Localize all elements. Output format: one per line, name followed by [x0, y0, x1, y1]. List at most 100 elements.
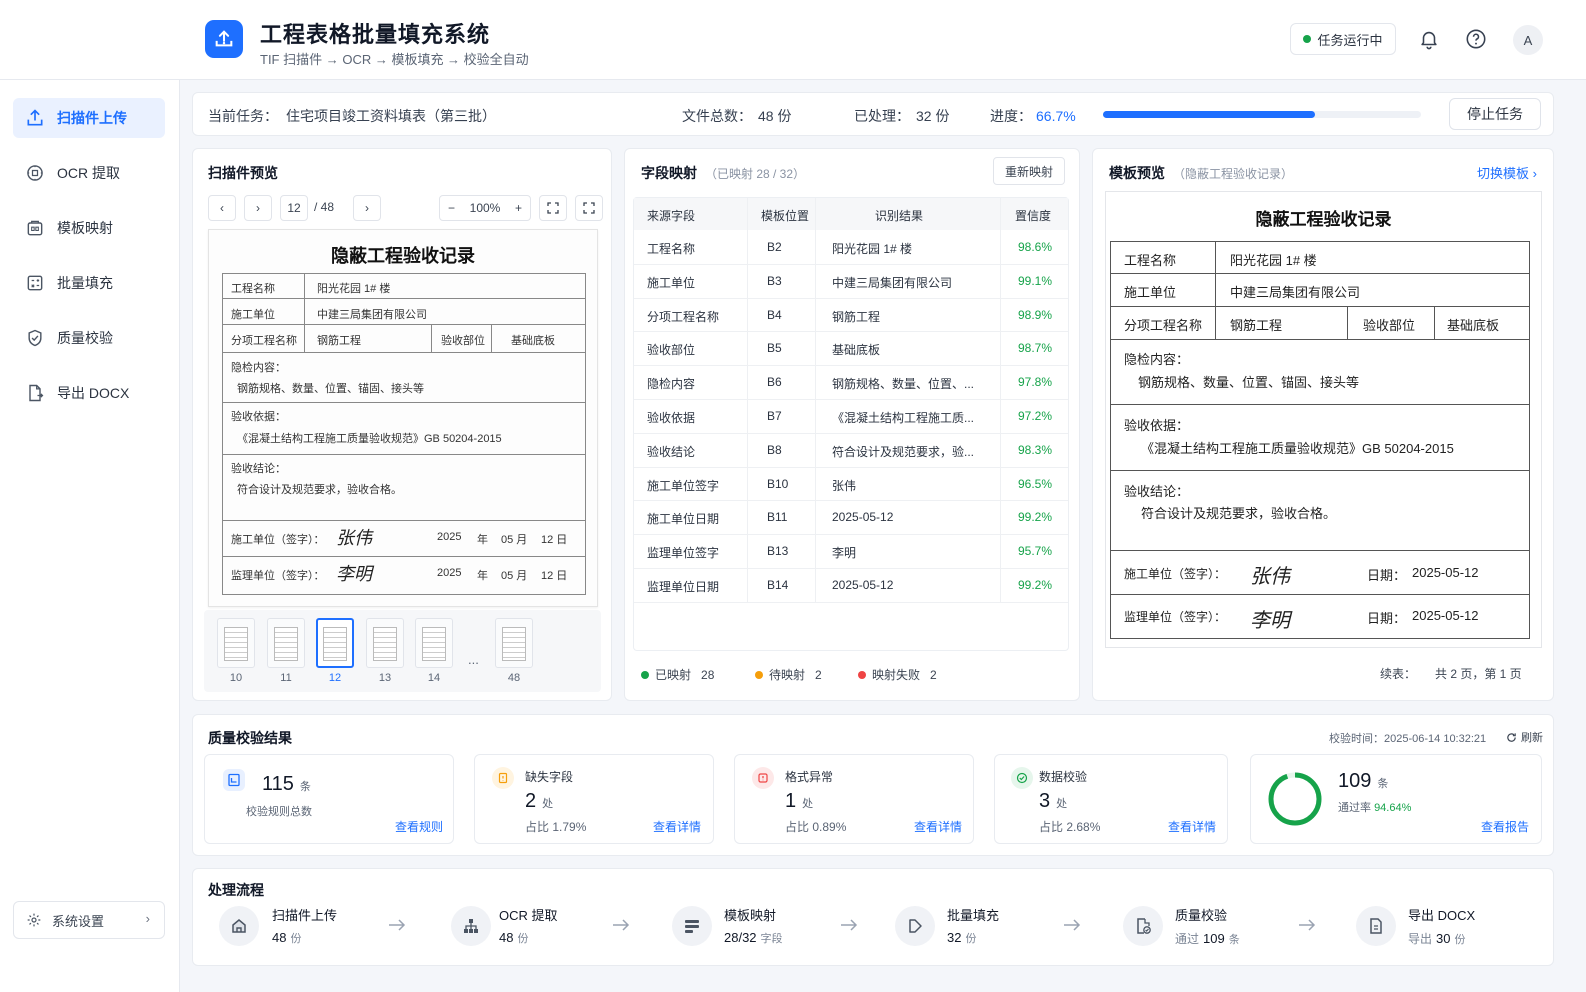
stop-task-button[interactable]: 停止任务 — [1449, 98, 1541, 130]
table-cell-conf: 97.2% — [1018, 409, 1053, 423]
table-cell-conf: 98.3% — [1018, 442, 1053, 457]
progress-label: 进度： — [990, 108, 1032, 124]
settings-label: 系统设置 — [52, 913, 105, 929]
page-number-input[interactable]: 12 — [280, 195, 308, 221]
table-cell-conf: 96.5% — [1018, 476, 1053, 491]
table-cell-conf: 98.7% — [1018, 341, 1053, 356]
remap-button[interactable]: 重新映射 — [993, 157, 1065, 185]
bell-icon[interactable] — [1418, 28, 1440, 50]
view-rules-link[interactable]: 查看规则 — [395, 818, 443, 835]
missing-details-link[interactable]: 查看详情 — [653, 818, 701, 835]
thumbnail-active[interactable] — [316, 618, 354, 668]
missing-field-icon — [492, 767, 514, 789]
flow-step-unit: 条 — [1228, 934, 1240, 946]
scan-cell: 基础底板 — [511, 335, 555, 347]
thumbnail-number: 13 — [378, 672, 392, 684]
task-status-badge[interactable]: 任务运行中 — [1290, 23, 1396, 55]
table-cell-result: 钢筋工程 — [832, 309, 881, 324]
thumbnail[interactable] — [366, 618, 404, 668]
table-cell-field: 施工单位签字 — [647, 478, 720, 493]
progress-bar-fill — [1103, 111, 1316, 118]
sidebar-item-ocr[interactable]: OCR 提取 — [13, 153, 165, 193]
scan-cell: 2025 — [437, 531, 462, 543]
format-details-link[interactable]: 查看详情 — [914, 818, 962, 835]
process-flow-panel — [192, 868, 1554, 966]
format-unit: 处 — [802, 798, 814, 810]
missing-ratio: 占比 1.79% — [525, 820, 587, 834]
quality-check-title: 质量校验结果 — [208, 730, 292, 746]
table-cell-field: 施工单位日期 — [647, 512, 720, 527]
switch-template-link[interactable]: 切换模板 › — [1477, 163, 1537, 182]
scan-cell: 施工单位（签字）： — [231, 534, 325, 546]
thumbnail[interactable] — [267, 618, 305, 668]
refresh-button[interactable]: 刷新 — [1506, 729, 1543, 745]
file-total: 文件总数： 48 份 — [682, 106, 791, 126]
sidebar-item-export-docx[interactable]: 导出 DOCX — [13, 373, 165, 413]
gear-icon — [27, 913, 41, 927]
next-page-button-small[interactable]: › — [244, 195, 272, 221]
view-report-link[interactable]: 查看报告 — [1481, 818, 1529, 835]
data-details-link[interactable]: 查看详情 — [1168, 818, 1216, 835]
pass-rate-arc — [1268, 772, 1322, 826]
flow-step-unit: 份 — [517, 933, 529, 945]
template-cell: 验收结论： — [1124, 484, 1190, 499]
help-icon[interactable] — [1465, 28, 1487, 50]
flow-step-name: 扫描件上传 — [272, 908, 338, 923]
pass-rate: 通过率 94.64% — [1338, 799, 1411, 815]
table-cell-field: 施工单位 — [647, 275, 696, 290]
flow-step-value: 导出 30 份 — [1408, 930, 1465, 947]
table-cell-result: 《混凝土结构工程施工质... — [832, 411, 975, 425]
scan-cell: 阳光花园 1# 楼 — [317, 283, 391, 295]
progress-text: 进度： 66.7% — [990, 106, 1076, 126]
table-row-divider — [634, 399, 1068, 400]
scan-cell: 05 月 — [501, 570, 528, 582]
missing-unit: 处 — [542, 798, 554, 810]
flow-step-name: 导出 DOCX — [1408, 908, 1476, 923]
template-footer-label: 续表： — [1380, 667, 1417, 681]
flow-step-number: 48 — [499, 930, 514, 945]
page-total: / 48 — [314, 200, 335, 214]
table-row-divider — [634, 466, 1068, 468]
system-settings-button[interactable]: 系统设置 › — [13, 901, 165, 939]
prev-page-button[interactable]: ‹ — [208, 195, 236, 221]
column-header: 模板位置 — [761, 209, 810, 223]
zoom-in-icon[interactable]: + — [515, 201, 522, 215]
upload-box-icon — [215, 30, 233, 47]
fullscreen-button[interactable] — [575, 195, 603, 221]
pass-rate-value: 94.64% — [1374, 802, 1412, 814]
template-subtitle: （隐蔽工程验收记录） — [1173, 167, 1294, 181]
legend-item: 待映射 2 — [755, 666, 822, 683]
scan-cell: 中建三局集团有限公司 — [317, 309, 427, 321]
table-cell-pos: B10 — [767, 476, 789, 491]
field-mapping-title: 字段映射 （已映射 28 / 32） — [641, 163, 805, 183]
user-avatar[interactable]: A — [1513, 25, 1543, 55]
scan-cell: 《混凝土结构工程施工质量验收规范》GB 50204-2015 — [237, 433, 502, 445]
thumbnail[interactable] — [415, 618, 453, 668]
table-cell-result: 2025-05-12 — [832, 510, 894, 525]
zoom-control[interactable]: −100% + — [439, 195, 531, 221]
current-task-label: 当前任务： — [208, 108, 278, 124]
table-cell-conf: 95.7% — [1018, 544, 1053, 559]
sidebar-item-upload[interactable]: 扫描件上传 — [13, 98, 165, 138]
format-label: 格式异常 — [785, 770, 834, 784]
sidebar-item-batch-fill[interactable]: 批量填充 — [13, 263, 165, 303]
fit-screen-button[interactable] — [539, 195, 567, 221]
flow-step-value: 32 份 — [947, 930, 976, 946]
table-row-divider — [634, 601, 1068, 603]
table-cell-field: 工程名称 — [647, 242, 696, 256]
pass-unit: 条 — [1377, 778, 1389, 790]
table-cell-result: 李明 — [832, 546, 857, 561]
thumbnail[interactable] — [217, 618, 255, 668]
thumbnail[interactable] — [495, 618, 533, 668]
sidebar-item-quality-check[interactable]: 质量校验 — [13, 318, 165, 358]
template-cell: 中建三局集团有限公司 — [1230, 285, 1361, 300]
scan-cell: 12 日 — [541, 534, 568, 546]
scan-cell: 符合设计及规范要求，验收合格。 — [237, 484, 402, 496]
zoom-out-icon[interactable]: − — [448, 201, 455, 215]
next-page-button[interactable]: › — [353, 195, 381, 221]
export-icon — [29, 384, 44, 402]
flow-step-prefix: 导出 — [1408, 932, 1433, 946]
flow-step-value: 48 份 — [499, 930, 528, 946]
sidebar-item-template-map[interactable]: 模板映射 — [13, 208, 165, 248]
data-check-icon — [1011, 767, 1033, 789]
